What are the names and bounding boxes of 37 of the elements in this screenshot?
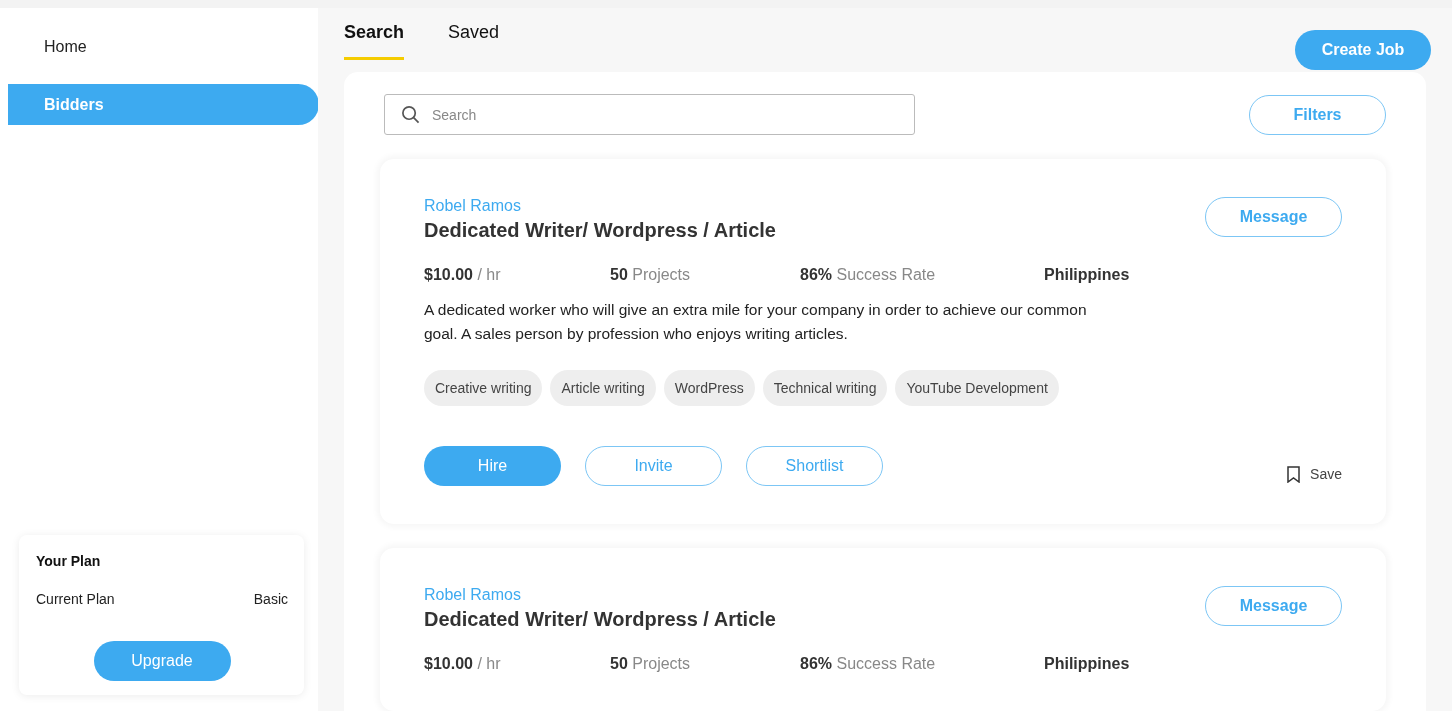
- filters-button[interactable]: Filters: [1249, 94, 1386, 135]
- action-button[interactable]: Invite: [585, 446, 722, 486]
- bidder-title: Dedicated Writer/ Wordpress / Article: [424, 219, 776, 242]
- plan-title: Your Plan: [36, 553, 102, 569]
- search-icon: [401, 105, 420, 124]
- bidder-name[interactable]: Robel Ramos: [424, 586, 776, 604]
- bidder-stat: 50 Projects: [610, 655, 692, 673]
- bidder-description: A dedicated worker who will give an extra mile for your company in order to achieve our common goal. A sales person by profession who enjoys writing articles.: [424, 300, 1088, 344]
- sidebar-item[interactable]: Bidders: [8, 84, 319, 125]
- bidder-stat: 86% Success Rate: [800, 655, 937, 673]
- action-button[interactable]: Shortlist: [746, 446, 883, 486]
- skill-tag: WordPress: [663, 370, 755, 406]
- bookmark-icon: [1287, 465, 1301, 483]
- create-job-button[interactable]: Create Job: [1295, 30, 1431, 70]
- search-field[interactable]: Search: [384, 94, 915, 135]
- tab[interactable]: Search: [344, 22, 405, 60]
- plan-label: Current Plan: [36, 591, 115, 607]
- upgrade-button[interactable]: Upgrade: [93, 641, 231, 681]
- save-button[interactable]: Save: [1287, 465, 1342, 483]
- skill-tag: YouTube Development: [895, 370, 1059, 406]
- skill-tag: Article writing: [550, 370, 656, 406]
- plan-value: Basic: [253, 591, 288, 607]
- bidder-stat: $10.00 / hr: [424, 266, 502, 284]
- tab[interactable]: Saved: [448, 22, 500, 60]
- hire-button[interactable]: Hire: [424, 446, 561, 486]
- bidder-stat: 86% Success Rate: [800, 266, 937, 284]
- message-button[interactable]: Message: [1205, 197, 1342, 237]
- bidder-stat: $10.00 / hr: [424, 655, 502, 673]
- skill-tag: Creative writing: [424, 370, 543, 406]
- skill-tag: Technical writing: [762, 370, 888, 406]
- bidder-stat: Philippines: [1044, 655, 1131, 673]
- message-button[interactable]: Message: [1205, 586, 1342, 626]
- bidder-title: Dedicated Writer/ Wordpress / Article: [424, 608, 776, 631]
- bidder-name[interactable]: Robel Ramos: [424, 197, 776, 215]
- bidder-stat: Philippines: [1044, 266, 1131, 284]
- sidebar-item[interactable]: Home: [8, 26, 319, 67]
- bidder-stat: 50 Projects: [610, 266, 692, 284]
